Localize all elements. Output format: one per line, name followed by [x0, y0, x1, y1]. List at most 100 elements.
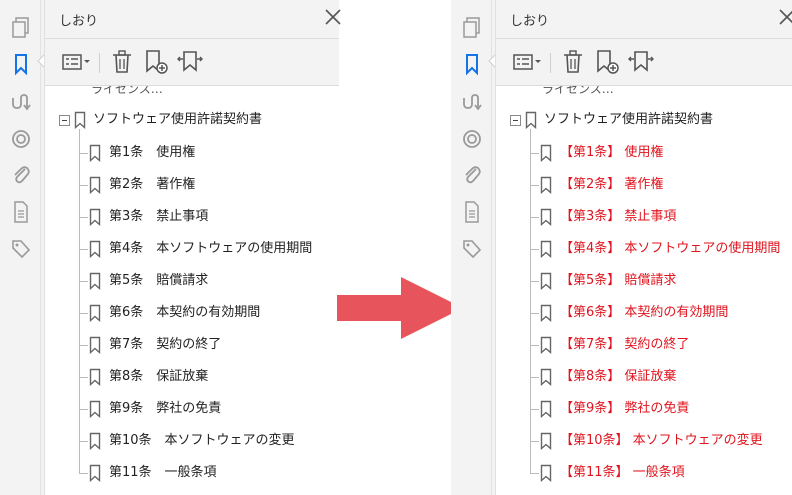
- bookmark-icon: [540, 432, 552, 450]
- bookmark-item[interactable]: 第4条 本ソフトウェアの使用期間: [109, 238, 312, 260]
- bookmark-item[interactable]: 【第9条】 弊社の免責: [560, 398, 689, 420]
- bookmark-root[interactable]: ソフトウェア使用許諾契約書: [93, 109, 262, 131]
- options-icon[interactable]: [61, 49, 93, 75]
- bookmark-root[interactable]: ソフトウェア使用許諾契約書: [544, 109, 713, 131]
- new-bookmark-icon[interactable]: [143, 49, 169, 75]
- bookmark-icon: [89, 208, 101, 226]
- panel-header: しおり: [45, 0, 341, 39]
- tree-branch: [530, 281, 539, 282]
- tree-branch: [530, 409, 539, 410]
- bookmark-item[interactable]: 【第7条】 契約の終了: [560, 334, 689, 356]
- tree-branch: [530, 441, 539, 442]
- tree-branch: [530, 249, 539, 250]
- options-icon[interactable]: [512, 49, 544, 75]
- bookmark-item[interactable]: 第7条 契約の終了: [109, 334, 221, 356]
- bookmark-tree: ライセンス… ソフトウェア使用許諾契約書第1条 使用権 第2条 著作権 第3条 禁止…: [45, 86, 339, 495]
- truncated-bookmark[interactable]: ライセンス…: [91, 86, 163, 97]
- delete-icon[interactable]: [111, 49, 133, 75]
- bookmark-item[interactable]: 第3条 禁止事項: [109, 206, 208, 228]
- bookmarks-content: しおり ライセンス… ソフトウェア使用許諾契約書【第1条】 使用権 【第2条】 著…: [495, 0, 792, 495]
- panel-header: しおり: [496, 0, 792, 39]
- bookmark-item[interactable]: 第1条 使用権: [109, 142, 195, 164]
- bookmark-icon: [74, 111, 86, 129]
- bookmark-item[interactable]: 【第3条】 禁止事項: [560, 206, 676, 228]
- bookmark-item[interactable]: 【第6条】 本契約の有効期間: [560, 302, 728, 324]
- truncated-bookmark[interactable]: ライセンス…: [542, 86, 614, 97]
- bookmark-icon[interactable]: [461, 52, 483, 76]
- bookmark-item[interactable]: 第10条 本ソフトウェアの変更: [109, 430, 295, 452]
- signature-icon[interactable]: [10, 90, 32, 114]
- close-icon[interactable]: [323, 6, 345, 28]
- pages-icon[interactable]: [10, 16, 32, 40]
- expand-bookmark-icon[interactable]: [628, 49, 654, 75]
- bookmark-item[interactable]: 第6条 本契約の有効期間: [109, 302, 260, 324]
- bookmark-icon: [540, 240, 552, 258]
- tree-branch: [79, 217, 88, 218]
- bookmark-icon: [540, 336, 552, 354]
- navigation-rail: [0, 0, 41, 495]
- bookmark-item[interactable]: 【第5条】 賠償請求: [560, 270, 676, 292]
- tree-connector: [79, 129, 80, 473]
- bookmark-icon: [89, 304, 101, 322]
- bookmark-item[interactable]: 第5条 賠償請求: [109, 270, 208, 292]
- tree-branch: [79, 473, 88, 474]
- tree-branch: [79, 409, 88, 410]
- bookmark-icon: [540, 368, 552, 386]
- expand-bookmark-icon[interactable]: [177, 49, 203, 75]
- target-icon[interactable]: [10, 127, 32, 151]
- bookmark-icon: [89, 336, 101, 354]
- bookmark-icon: [540, 208, 552, 226]
- bookmark-item[interactable]: 【第4条】 本ソフトウェアの使用期間: [560, 238, 780, 260]
- target-icon[interactable]: [461, 127, 483, 151]
- bookmark-icon: [89, 368, 101, 386]
- new-bookmark-icon[interactable]: [594, 49, 620, 75]
- toolbar-divider: [99, 53, 100, 73]
- bookmark-item[interactable]: 第2条 著作権: [109, 174, 195, 196]
- tree-branch: [79, 313, 88, 314]
- collapse-toggle[interactable]: [59, 115, 70, 126]
- bookmark-item[interactable]: 【第8条】 保証放棄: [560, 366, 676, 388]
- tree-branch: [530, 185, 539, 186]
- bookmark-icon: [89, 272, 101, 290]
- document-icon[interactable]: [461, 200, 483, 224]
- bookmark-icon: [540, 400, 552, 418]
- bookmark-icon: [540, 144, 552, 162]
- tag-icon[interactable]: [461, 237, 483, 261]
- bookmark-item[interactable]: 【第2条】 著作権: [560, 174, 663, 196]
- tree-branch: [79, 153, 88, 154]
- bookmark-icon[interactable]: [10, 52, 32, 76]
- bookmarks-content: しおり ライセンス… ソフトウェア使用許諾契約書第1条 使用権 第2条 著作権 第3…: [44, 0, 341, 495]
- attachment-icon[interactable]: [10, 163, 32, 187]
- bookmark-item[interactable]: 第11条 一般条項: [109, 462, 217, 484]
- tag-icon[interactable]: [10, 237, 32, 261]
- bookmark-item[interactable]: 第9条 弊社の免責: [109, 398, 221, 420]
- attachment-icon[interactable]: [461, 163, 483, 187]
- bookmarks-panel-right: しおり ライセンス… ソフトウェア使用許諾契約書【第1条】 使用権 【第2条】 著…: [451, 0, 792, 495]
- tree-connector: [530, 129, 531, 473]
- tree-branch: [530, 473, 539, 474]
- collapse-toggle[interactable]: [510, 115, 521, 126]
- tree-branch: [79, 441, 88, 442]
- bookmark-icon: [89, 240, 101, 258]
- bookmark-icon: [89, 400, 101, 418]
- bookmark-icon: [89, 432, 101, 450]
- bookmark-icon: [540, 464, 552, 482]
- delete-icon[interactable]: [562, 49, 584, 75]
- bookmark-item[interactable]: 【第1条】 使用権: [560, 142, 663, 164]
- tree-branch: [79, 377, 88, 378]
- bookmarks-panel-left: しおり ライセンス… ソフトウェア使用許諾契約書第1条 使用権 第2条 著作権 第3…: [0, 0, 341, 495]
- arrow-right-icon: [337, 277, 463, 339]
- bookmark-icon: [540, 304, 552, 322]
- pages-icon[interactable]: [461, 16, 483, 40]
- bookmark-item[interactable]: 第8条 保証放棄: [109, 366, 208, 388]
- close-icon[interactable]: [777, 6, 792, 28]
- bookmark-item[interactable]: 【第10条】 本ソフトウェアの変更: [560, 430, 763, 452]
- bookmark-icon: [89, 464, 101, 482]
- signature-icon[interactable]: [461, 90, 483, 114]
- bookmark-icon: [540, 176, 552, 194]
- toolbar-divider: [550, 53, 551, 73]
- tree-branch: [530, 377, 539, 378]
- bookmark-icon: [525, 111, 537, 129]
- bookmark-item[interactable]: 【第11条】 一般条項: [560, 462, 685, 484]
- document-icon[interactable]: [10, 200, 32, 224]
